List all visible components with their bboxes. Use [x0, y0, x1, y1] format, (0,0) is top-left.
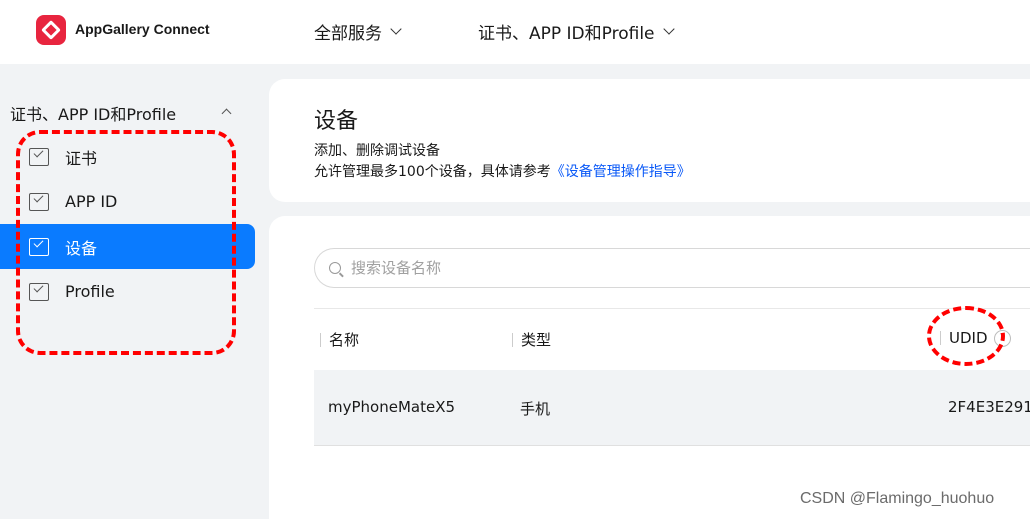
- search-input[interactable]: [351, 259, 951, 277]
- device-list-card: 名称 类型 UDID ? myPhoneMateX5 手机 2F4E3E291: [269, 216, 1030, 519]
- cell-device-type: 手机: [520, 400, 551, 418]
- column-divider: [320, 332, 321, 347]
- page-description: 添加、删除调试设备: [314, 143, 440, 159]
- search-box[interactable]: [314, 248, 1030, 288]
- column-label: 类型: [521, 331, 552, 349]
- column-label: 名称: [329, 331, 360, 349]
- column-divider: [512, 332, 513, 347]
- nav-certs-label: 证书、APP ID和Profile: [478, 24, 655, 44]
- header-card: 设备 添加、删除调试设备 允许管理最多100个设备，具体请参考《设备管理操作指导…: [269, 79, 1030, 202]
- column-header-name[interactable]: 名称: [320, 329, 359, 350]
- page-description-limit: 允许管理最多100个设备，具体请参考《设备管理操作指导》: [314, 161, 691, 181]
- device-guide-link[interactable]: 《设备管理操作指导》: [551, 164, 691, 180]
- top-bar: AppGallery Connect 全部服务 证书、APP ID和Profil…: [0, 0, 1030, 64]
- watermark: CSDN @Flamingo_huohuo: [800, 490, 995, 507]
- annotation-dashed-rectangle: [16, 130, 236, 355]
- appgallery-logo-icon[interactable]: [36, 15, 66, 45]
- chevron-down-icon: [390, 23, 402, 35]
- brand-name[interactable]: AppGallery Connect: [75, 21, 210, 37]
- column-header-type[interactable]: 类型: [512, 329, 551, 350]
- annotation-dashed-ellipse: [927, 306, 1005, 366]
- cell-device-udid: 2F4E3E291: [948, 398, 1030, 416]
- nav-all-services[interactable]: 全部服务: [314, 19, 402, 44]
- table-header: 名称 类型 UDID ?: [314, 308, 1030, 370]
- nav-all-services-label: 全部服务: [314, 24, 382, 44]
- sidebar-group-label[interactable]: 证书、APP ID和Profile: [10, 101, 176, 125]
- search-icon: [329, 262, 341, 274]
- nav-certs-appid-profile[interactable]: 证书、APP ID和Profile: [478, 19, 675, 44]
- table-row[interactable]: myPhoneMateX5 手机 2F4E3E291: [314, 370, 1030, 446]
- page-title: 设备: [314, 109, 359, 134]
- cell-device-name: myPhoneMateX5: [328, 398, 456, 416]
- chevron-down-icon: [662, 23, 675, 35]
- description-text: 允许管理最多100个设备，具体请参考: [314, 164, 551, 180]
